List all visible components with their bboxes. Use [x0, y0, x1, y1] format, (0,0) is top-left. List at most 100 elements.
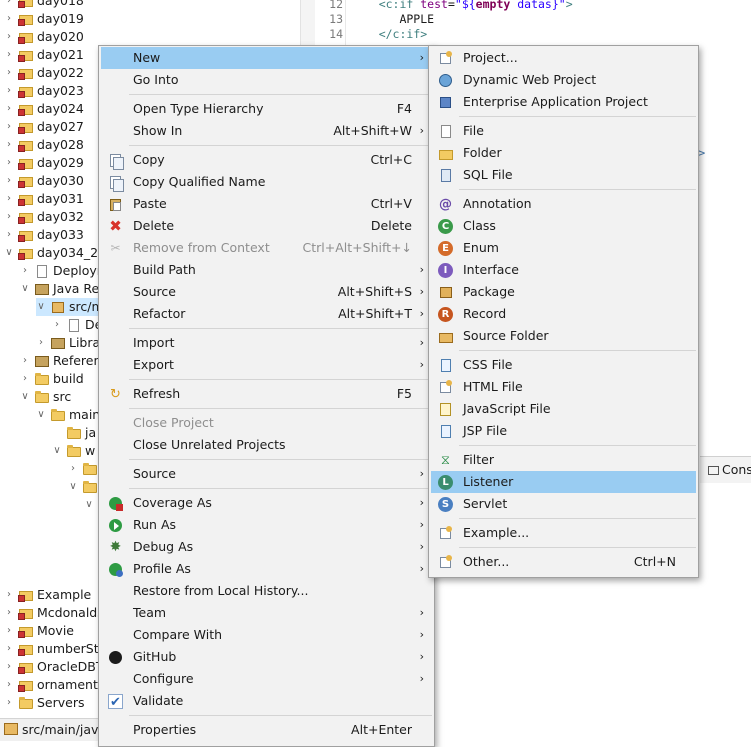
context-menu-item-open-type-hierarchy[interactable]: Open Type Hierarchy F4 — [101, 98, 432, 120]
new-submenu-item-annotation[interactable]: @ Annotation — [431, 193, 696, 215]
context-menu-item-close-unrelated-projects[interactable]: Close Unrelated Projects — [101, 434, 432, 456]
chevron-right-icon[interactable]: › — [4, 586, 14, 604]
chevron-down-icon[interactable]: ∨ — [36, 298, 46, 316]
tree-item[interactable]: › day019 — [4, 10, 300, 28]
filter-icon: ⧖ — [440, 453, 451, 468]
new-submenu-item-file[interactable]: File — [431, 120, 696, 142]
chevron-right-icon[interactable]: › — [4, 640, 14, 658]
context-menu-item-delete[interactable]: ✖ Delete Delete — [101, 215, 432, 237]
new-submenu-item-sql-file[interactable]: SQL File — [431, 164, 696, 186]
context-menu-item-go-into[interactable]: Go Into — [101, 69, 432, 91]
chevron-right-icon[interactable]: › — [4, 28, 14, 46]
context-menu-item-refresh[interactable]: ↻ Refresh F5 — [101, 383, 432, 405]
context-menu-item-coverage-as[interactable]: Coverage As › — [101, 492, 432, 514]
new-submenu-item-enum[interactable]: E Enum — [431, 237, 696, 259]
context-menu-item-validate[interactable]: ✔ Validate — [101, 690, 432, 712]
context-menu-item-source[interactable]: Source Alt+Shift+S › — [101, 281, 432, 303]
chevron-right-icon[interactable]: › — [4, 100, 14, 118]
menu-item-label: Properties — [133, 722, 197, 737]
context-menu-item-configure[interactable]: Configure › — [101, 668, 432, 690]
chevron-down-icon[interactable]: ∨ — [36, 406, 46, 424]
context-menu-item-export[interactable]: Export › — [101, 354, 432, 376]
chevron-right-icon[interactable]: › — [4, 10, 14, 28]
tree-item-label: main — [69, 407, 101, 422]
chevron-down-icon[interactable]: ∨ — [20, 388, 30, 406]
chevron-right-icon[interactable]: › — [4, 190, 14, 208]
new-submenu-item-enterprise-application-project[interactable]: Enterprise Application Project — [431, 91, 696, 113]
new-submenu-item-html-file[interactable]: HTML File — [431, 376, 696, 398]
project-icon — [18, 228, 34, 242]
context-menu-item-copy-qualified-name[interactable]: Copy Qualified Name — [101, 171, 432, 193]
context-menu-item-profile-as[interactable]: Profile As › — [101, 558, 432, 580]
new-submenu-item-servlet[interactable]: S Servlet — [431, 493, 696, 515]
chevron-down-icon[interactable]: ∨ — [68, 478, 78, 496]
chevron-right-icon[interactable]: › — [4, 226, 14, 244]
context-menu-item-copy[interactable]: Copy Ctrl+C — [101, 149, 432, 171]
new-submenu-item-folder[interactable]: Folder — [431, 142, 696, 164]
chevron-right-icon[interactable]: › — [4, 46, 14, 64]
chevron-right-icon[interactable]: › — [20, 352, 30, 370]
new-submenu-item-project[interactable]: Project... — [431, 47, 696, 69]
chevron-right-icon[interactable]: › — [4, 118, 14, 136]
context-menu-item-debug-as[interactable]: ✸ Debug As › — [101, 536, 432, 558]
context-menu-item-github[interactable]: GitHub › — [101, 646, 432, 668]
context-menu-item-show-in[interactable]: Show In Alt+Shift+W › — [101, 120, 432, 142]
new-submenu-item-jsp-file[interactable]: JSP File — [431, 420, 696, 442]
context-menu-item-import[interactable]: Import › — [101, 332, 432, 354]
context-menu-item-new[interactable]: New › — [101, 47, 432, 69]
chevron-right-icon[interactable]: › — [4, 658, 14, 676]
chevron-right-icon[interactable]: › — [52, 316, 62, 334]
chevron-down-icon[interactable]: ∨ — [20, 280, 30, 298]
chevron-right-icon[interactable]: › — [68, 460, 78, 478]
chevron-right-icon[interactable]: › — [4, 82, 14, 100]
context-menu-item-refactor[interactable]: Refactor Alt+Shift+T › — [101, 303, 432, 325]
context-menu-item-paste[interactable]: Paste Ctrl+V — [101, 193, 432, 215]
tree-item[interactable]: › day018 — [4, 0, 300, 10]
context-menu-item-compare-with[interactable]: Compare With › — [101, 624, 432, 646]
chevron-down-icon[interactable]: ∨ — [84, 496, 94, 514]
chevron-right-icon[interactable]: › — [4, 622, 14, 640]
chevron-right-icon[interactable]: › — [4, 154, 14, 172]
chevron-right-icon[interactable]: › — [4, 604, 14, 622]
new-submenu-item-other[interactable]: Other... Ctrl+N — [431, 551, 696, 573]
new-submenu-item-class[interactable]: C Class — [431, 215, 696, 237]
context-menu-item-restore-from-local-history[interactable]: Restore from Local History... — [101, 580, 432, 602]
context-menu-item-properties[interactable]: Properties Alt+Enter — [101, 719, 432, 741]
context-menu-item-build-path[interactable]: Build Path › — [101, 259, 432, 281]
chevron-right-icon[interactable]: › — [36, 334, 46, 352]
tree-item-label: day029 — [37, 155, 84, 170]
chevron-right-icon[interactable]: › — [4, 208, 14, 226]
new-submenu-item-filter[interactable]: ⧖ Filter — [431, 449, 696, 471]
new-submenu-item-listener[interactable]: L Listener — [431, 471, 696, 493]
menu-separator — [129, 408, 432, 409]
run-icon — [108, 518, 123, 533]
new-submenu-item-source-folder[interactable]: Source Folder — [431, 325, 696, 347]
menu-item-label: Copy — [133, 152, 165, 167]
chevron-right-icon[interactable]: › — [4, 136, 14, 154]
chevron-right-icon[interactable]: › — [4, 172, 14, 190]
chevron-right-icon[interactable]: › — [4, 676, 14, 694]
new-submenu-item-css-file[interactable]: CSS File — [431, 354, 696, 376]
chevron-right-icon[interactable]: › — [20, 370, 30, 388]
chevron-down-icon[interactable]: ∨ — [52, 442, 62, 460]
tab-console[interactable]: Cons — [700, 457, 751, 483]
chevron-right-icon[interactable]: › — [20, 262, 30, 280]
bottom-panel: Cons — [700, 456, 751, 741]
new-submenu-item-package[interactable]: Package — [431, 281, 696, 303]
chevron-right-icon[interactable]: › — [4, 694, 14, 712]
context-menu-item-source[interactable]: Source › — [101, 463, 432, 485]
new-submenu-item-example[interactable]: Example... — [431, 522, 696, 544]
new-submenu-item-interface[interactable]: I Interface — [431, 259, 696, 281]
context-menu-item-run-as[interactable]: Run As › — [101, 514, 432, 536]
tree-item[interactable]: › day020 — [4, 28, 300, 46]
chevron-down-icon[interactable]: ∨ — [4, 244, 14, 262]
tree-item-label: day019 — [37, 11, 84, 26]
new-submenu-item-javascript-file[interactable]: JavaScript File — [431, 398, 696, 420]
chevron-right-icon[interactable]: › — [4, 64, 14, 82]
chevron-right-icon[interactable]: › — [4, 0, 14, 10]
new-submenu-item-dynamic-web-project[interactable]: Dynamic Web Project — [431, 69, 696, 91]
folder-icon — [50, 408, 66, 422]
context-menu-item-team[interactable]: Team › — [101, 602, 432, 624]
menu-item-label: Configure — [133, 671, 194, 686]
new-submenu-item-record[interactable]: R Record — [431, 303, 696, 325]
